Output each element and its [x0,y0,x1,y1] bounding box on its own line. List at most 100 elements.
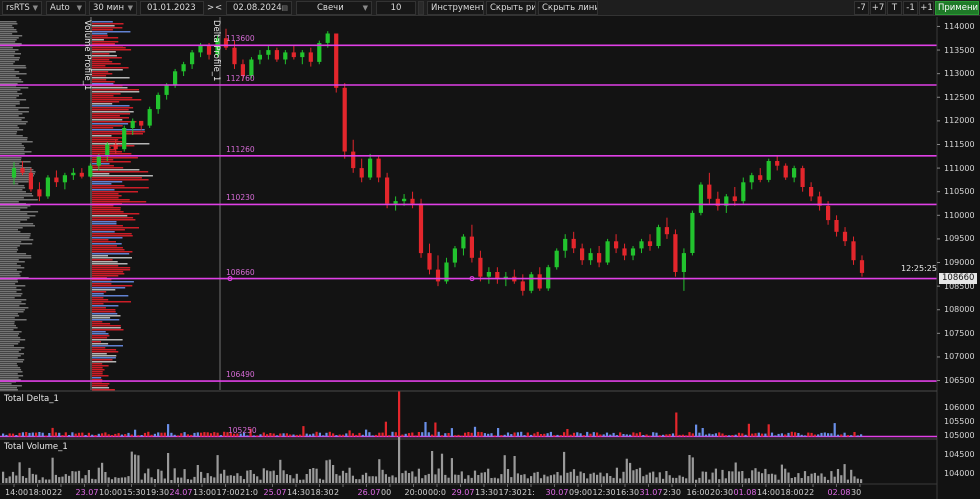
volume-bar [239,475,242,483]
count-input[interactable]: 10 [376,1,416,15]
delta-bar [671,433,675,437]
delta-bar [378,432,381,437]
delta-profile-bar [92,377,102,379]
volume-profile-bar [0,127,20,129]
minus-7-button[interactable]: -7 [854,1,869,15]
volume-profile-bar [0,71,20,73]
delta-profile-bar [92,215,128,217]
volume-bar [394,477,397,483]
plus-7-button[interactable]: +7 [870,1,886,15]
volume-bar [533,472,536,483]
delta-bar [813,434,816,437]
volume-profile-bar [0,133,17,135]
volume-profile-bar [0,303,26,305]
delta-bar [223,431,226,437]
delta-profile-bar [92,129,145,131]
volume-bar [345,472,348,483]
volume-bar [671,477,675,483]
volume-profile-bar [0,387,17,389]
delta-bar [196,432,199,437]
symbol-select[interactable]: rsRTS ▼ [2,1,42,15]
delta-bar [612,432,615,437]
volume-bar [810,473,813,483]
volume-bar [645,474,648,483]
toolbar: rsRTS ▼ Auto ▼ 30 мин ▼ 01.01.2023 > < 02.0… [0,0,980,16]
delta-profile-bar [92,47,126,49]
chart-type-select[interactable]: Свечи ▼ [296,1,372,15]
date-to-input[interactable]: 02.08.2024 ▤ [226,1,292,15]
delta-profile-bar [92,25,115,27]
volume-profile-bar [0,289,22,291]
delta-profile-bar [92,335,110,337]
t-button[interactable]: T [887,1,902,15]
volume-profile-bar [0,255,32,257]
volume-bar [328,459,331,483]
volume-profile-bar [0,165,23,167]
date-tick-label: 23.07 [75,488,99,497]
candle-body [520,281,525,291]
delta-bar [388,435,391,437]
delta-profile-bar [92,137,123,139]
delta-bar [457,434,460,437]
timeframe-select[interactable]: 30 мин ▼ [89,1,137,15]
delta-profile-bar [92,255,108,257]
candle-body [435,269,441,282]
delta-bar [206,432,209,437]
delta-bar [810,432,813,437]
delta-bar [817,434,820,437]
delta-profile-bar [92,119,123,121]
date-from-input[interactable]: 01.01.2023 [140,1,204,15]
apply-button[interactable]: Применить [935,1,979,15]
volume-bar [688,455,691,483]
volume-bar [599,472,602,483]
delta-profile-bar [92,327,121,329]
delta-bar [638,432,642,437]
volume-profile-bar [0,299,27,301]
mode-select[interactable]: Auto ▼ [46,1,86,15]
delta-profile-bar [92,95,114,97]
delta-bar [41,432,44,437]
volume-profile-bar [0,315,20,317]
delta-bar [394,432,397,437]
volume-profile-bar [0,199,38,201]
prev-period-button[interactable]: < [214,1,224,15]
candle-body [79,172,84,177]
delta-profile-bar [92,343,109,345]
delta-bar [526,432,529,437]
delta-bar [668,434,671,437]
volume-profile-bar [0,305,20,307]
delta-profile-bar [92,385,108,387]
count-stepper[interactable] [418,1,424,15]
chart-area[interactable]: 113600 112760 111260 110230 108660 106490 1140… [0,17,980,499]
delta-bar [18,432,21,437]
volume-bar [384,474,387,483]
delta-bar [704,434,708,437]
delta-profile-bar [92,201,147,203]
volume-bar [18,462,21,483]
volume-bar [813,472,816,483]
hide-lines-button[interactable]: Скрыть линии [538,1,598,15]
delta-bar [840,434,843,437]
volume-profile-bar [0,57,20,59]
plus-1-button[interactable]: +1 [919,1,934,15]
delta-bar [510,434,513,437]
minus-1-button[interactable]: -1 [903,1,918,15]
delta-bar [444,433,447,437]
time-tick-label: 21:0 [240,488,258,497]
volume-profile-bar [0,145,24,147]
volume-bar [368,476,371,483]
hide-drawings-button[interactable]: Скрыть рис. [486,1,536,15]
candle-body [622,248,627,256]
candle-body [28,172,33,190]
candlestick-chart[interactable] [0,17,980,499]
price-tick-label: 111000 [944,163,975,173]
volume-bar [556,472,559,483]
candle-body [418,203,424,254]
delta-bar [134,429,137,437]
candle-body [478,257,483,277]
candle-body [766,161,771,180]
delta-bar [645,434,648,437]
tools-button[interactable]: Инструменты [427,1,484,15]
candle-body [452,248,457,263]
delta-profile-bar [92,153,132,155]
